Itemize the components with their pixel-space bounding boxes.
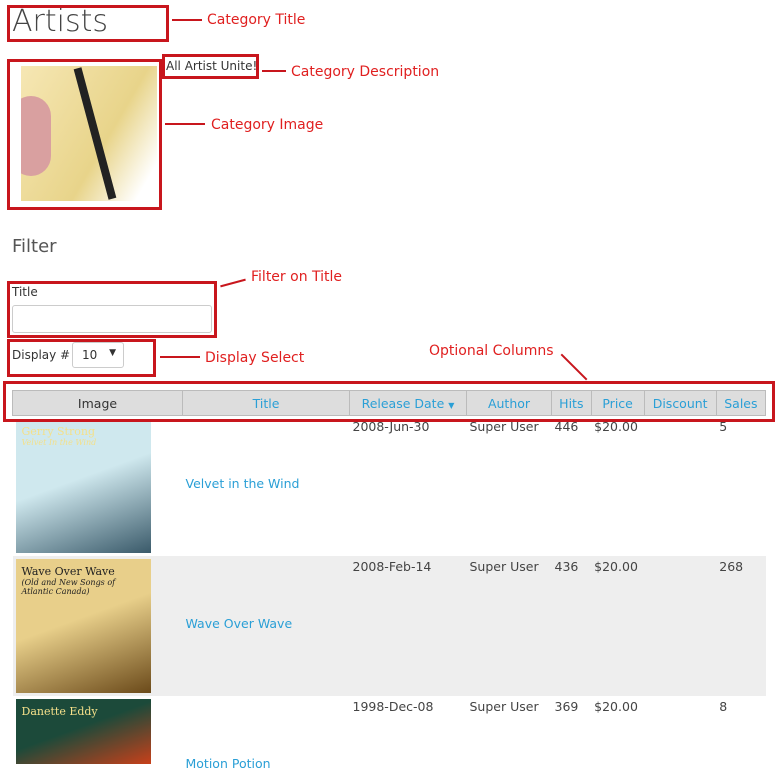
annotation-box: [3, 381, 775, 422]
arrow-icon: [560, 353, 588, 381]
product-cover-image[interactable]: Gerry Strong Velvet In the Wind: [15, 419, 151, 553]
author: Super User: [466, 556, 552, 696]
table-row: Wave Over Wave (Old and New Songs of Atla…: [12, 556, 766, 696]
release-date: 2008-Feb-14: [349, 556, 467, 696]
product-cover-image[interactable]: Wave Over Wave (Old and New Songs of Atla…: [15, 559, 151, 693]
annotation-box: [162, 54, 259, 79]
product-title-link[interactable]: Wave Over Wave: [186, 616, 293, 631]
discount: [644, 556, 717, 696]
table-row: Gerry Strong Velvet In the Wind Velvet in…: [13, 416, 766, 557]
sales: 268: [716, 556, 766, 696]
hits: 446: [554, 419, 579, 434]
product-image-cell: Danette Eddy: [13, 696, 183, 774]
discount: [644, 416, 716, 557]
product-image-cell: Gerry Strong Velvet In the Wind: [13, 416, 183, 557]
release-date: 1998-Dec-08: [352, 699, 434, 714]
hits: 436: [551, 556, 592, 696]
filter-heading: Filter: [12, 236, 57, 257]
annotation-category-title: Category Title: [207, 12, 306, 28]
product-title-link[interactable]: Velvet in the Wind: [186, 476, 300, 491]
author: Super User: [469, 419, 539, 434]
author: Super User: [469, 699, 539, 714]
arrow-icon: [220, 278, 246, 288]
table-row: Danette Eddy Motion Potion 1998-Dec-08 S…: [13, 696, 766, 774]
product-title-cell: Wave Over Wave: [182, 556, 350, 696]
annotation-box: [7, 339, 156, 377]
product-image-cell: Wave Over Wave (Old and New Songs of Atla…: [12, 556, 183, 696]
price: $20.00: [591, 556, 645, 696]
discount: [644, 696, 716, 774]
arrow-icon: [160, 356, 200, 358]
product-cover-image[interactable]: Danette Eddy: [15, 699, 151, 764]
annotation-optional-columns: Optional Columns: [429, 343, 554, 359]
annotation-category-description: Category Description: [291, 64, 440, 80]
price: $20.00: [594, 699, 638, 714]
price: $20.00: [594, 419, 638, 434]
annotation-category-image: Category Image: [211, 117, 324, 133]
product-title-cell: Velvet in the Wind: [183, 416, 350, 557]
product-title-link[interactable]: Motion Potion: [186, 756, 271, 771]
arrow-icon: [172, 19, 202, 21]
sales: 5: [719, 419, 728, 434]
annotation-box: [7, 5, 169, 42]
arrow-icon: [262, 70, 286, 72]
sales: 8: [719, 699, 728, 714]
hits: 369: [554, 699, 579, 714]
release-date: 2008-Jun-30: [352, 419, 430, 434]
product-title-cell: Motion Potion: [183, 696, 350, 774]
arrow-icon: [165, 123, 205, 125]
annotation-filter-title: Filter on Title: [251, 269, 343, 285]
annotation-display-select: Display Select: [205, 350, 305, 366]
annotation-box: [7, 281, 217, 338]
annotation-box: [7, 59, 162, 210]
products-table: Image Title Release Date ▼ Author Hits P…: [12, 390, 767, 774]
